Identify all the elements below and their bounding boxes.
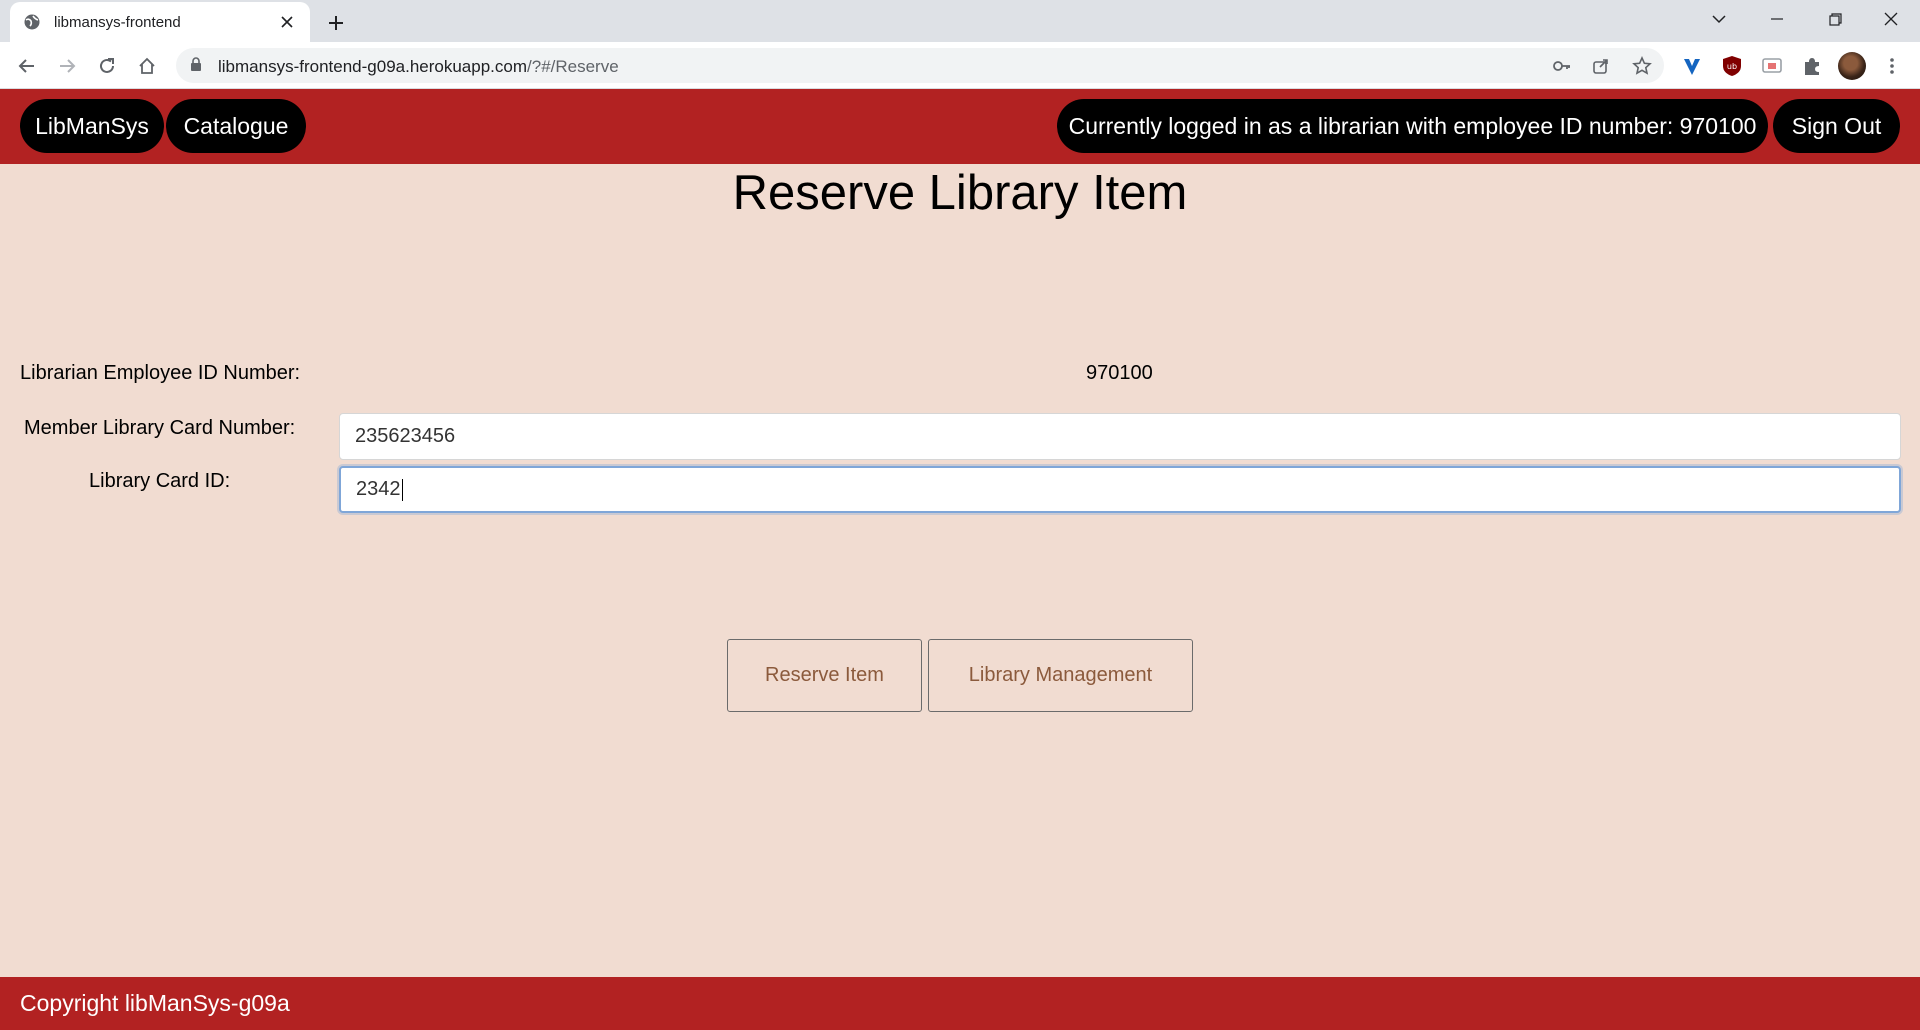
back-icon[interactable] [12,51,42,81]
profile-avatar[interactable] [1838,52,1866,80]
share-icon[interactable] [1589,54,1613,78]
svg-text:ub: ub [1727,62,1737,71]
library-management-button[interactable]: Library Management [928,639,1193,712]
url-path: /?#/Reserve [527,57,619,76]
card-id-input-value: 2342 [356,478,401,500]
sign-out-button[interactable]: Sign Out [1773,99,1900,153]
member-card-input-value: 235623456 [355,425,456,447]
kebab-menu-icon[interactable] [1878,52,1906,80]
shield-extension-icon[interactable] [1678,52,1706,80]
app-navbar: LibManSys Catalogue Currently logged in … [0,89,1920,164]
puzzle-extensions-icon[interactable] [1798,52,1826,80]
card-id-input[interactable]: 2342 [339,466,1901,513]
url-host: libmansys-frontend-g09a.herokuapp.com [218,57,528,76]
tab-title: libmansys-frontend [54,13,181,31]
employee-id-value: 970100 [1086,362,1153,384]
cast-extension-icon[interactable] [1758,52,1786,80]
member-card-input[interactable]: 235623456 [339,413,1901,460]
reload-icon[interactable] [92,51,122,81]
restore-icon[interactable] [1806,0,1864,38]
close-tab-icon[interactable] [276,11,298,33]
ublock-icon[interactable]: ub [1718,52,1746,80]
employee-id-label: Librarian Employee ID Number: [20,362,301,384]
bookmark-star-icon[interactable] [1630,54,1654,78]
card-id-label: Library Card ID: [89,470,231,492]
login-status: Currently logged in as a librarian with … [1057,99,1768,153]
text-caret [401,478,403,501]
copyright-text: Copyright libManSys-g09a [20,990,290,1016]
url-text: libmansys-frontend-g09a.herokuapp.com/?#… [218,57,619,77]
forward-icon[interactable] [52,51,82,81]
catalogue-link[interactable]: Catalogue [166,99,306,153]
browser-tab-strip: libmansys-frontend [0,0,1920,42]
app-footer: Copyright libManSys-g09a [0,977,1920,1030]
close-window-icon[interactable] [1862,0,1920,38]
address-bar[interactable]: libmansys-frontend-g09a.herokuapp.com/?#… [176,48,1664,83]
lock-icon[interactable] [190,57,202,77]
key-icon[interactable] [1550,54,1574,78]
page-title: Reserve Library Item [732,166,1188,220]
brand-link[interactable]: LibManSys [20,99,164,153]
member-card-label: Member Library Card Number: [24,417,296,439]
browser-toolbar: libmansys-frontend-g09a.herokuapp.com/?#… [0,42,1920,89]
reserve-item-button[interactable]: Reserve Item [727,639,922,712]
globe-icon [22,12,42,32]
tab-search-icon[interactable] [1690,0,1748,38]
minimize-icon[interactable] [1748,0,1806,38]
new-tab-icon[interactable] [322,9,350,37]
home-icon[interactable] [132,51,162,81]
browser-tab[interactable]: libmansys-frontend [10,2,310,42]
